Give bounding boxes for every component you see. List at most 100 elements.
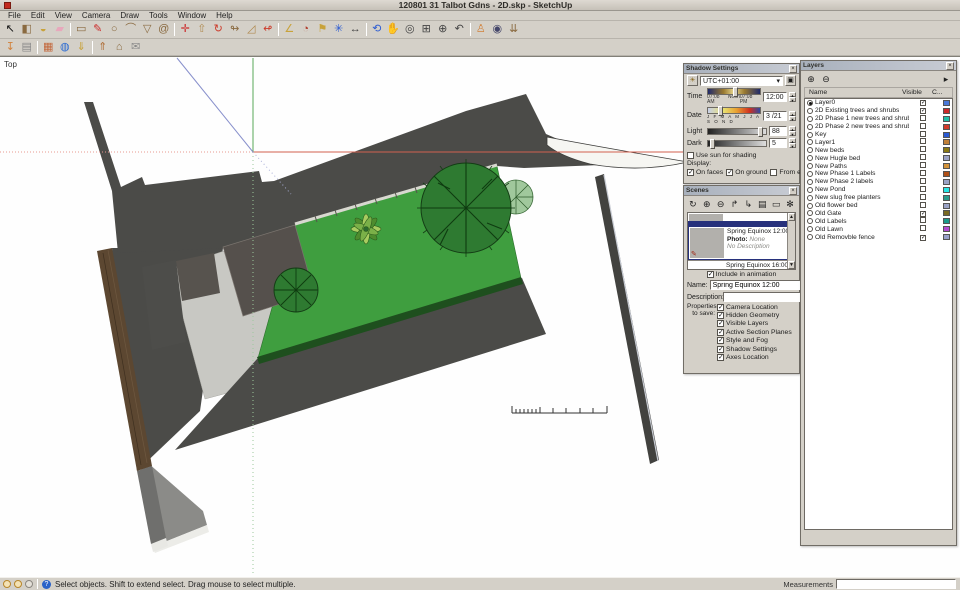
hidden-geometry-checkbox[interactable]: ✓ xyxy=(717,312,724,320)
layer-row[interactable]: Old Removble fence ✓ xyxy=(805,233,952,241)
layer-active-radio[interactable] xyxy=(807,131,813,138)
layer-active-radio[interactable] xyxy=(807,234,813,241)
display-shadows-toggle-icon[interactable]: ▣ xyxy=(785,75,796,86)
layer-active-radio[interactable] xyxy=(807,178,813,185)
layer-active-radio[interactable] xyxy=(807,147,813,154)
layer-row[interactable]: New Pond xyxy=(805,185,952,194)
scene-item-partial[interactable] xyxy=(688,213,795,221)
layer-active-radio[interactable] xyxy=(807,163,813,170)
layer-row[interactable]: New Paths xyxy=(805,162,952,170)
follow-me-tool-icon[interactable]: ↬ xyxy=(227,22,244,37)
menu-tools[interactable]: Tools xyxy=(144,11,173,20)
layer-active-radio[interactable] xyxy=(807,123,813,130)
preview-in-earth-icon[interactable]: ◍ xyxy=(57,40,74,55)
remove-scene-icon[interactable]: ⊖ xyxy=(715,199,727,210)
layer-active-radio[interactable] xyxy=(807,115,813,122)
scene-list[interactable]: ✎ Spring Equinox 12:00 Photo: None No De… xyxy=(687,212,796,270)
get-models-icon[interactable]: ⇓ xyxy=(73,40,90,55)
scene-list-scrollbar[interactable]: ▲ ▼ xyxy=(787,213,795,269)
use-sun-checkbox[interactable] xyxy=(687,152,694,159)
layer-active-radio[interactable] xyxy=(807,139,813,146)
paint-bucket-tool-icon[interactable]: ◒ xyxy=(35,22,52,37)
layer-visible-checkbox[interactable]: ✓ xyxy=(920,234,926,241)
axes-tool-icon[interactable]: ✳ xyxy=(331,22,348,37)
layer-visible-checkbox[interactable] xyxy=(920,130,926,137)
layer-visible-checkbox[interactable] xyxy=(920,146,926,153)
share-model-icon[interactable]: ⇑ xyxy=(95,40,112,55)
credits-status-icon[interactable] xyxy=(25,580,33,588)
layer-row[interactable]: Old flower bed xyxy=(805,201,952,210)
include-in-animation-checkbox[interactable]: ✓ xyxy=(706,271,714,278)
column-visible[interactable]: Visible xyxy=(902,89,932,96)
light-spinner[interactable]: ▲ ▼ xyxy=(789,126,796,137)
layer-visible-checkbox[interactable] xyxy=(920,193,926,200)
protractor-tool-icon[interactable]: ◔ xyxy=(298,22,315,37)
layer-visible-checkbox[interactable]: ✓ xyxy=(920,108,926,115)
dark-value-field[interactable]: 5 xyxy=(769,138,787,148)
on-faces-checkbox[interactable]: ✓ xyxy=(687,169,694,176)
menu-view[interactable]: View xyxy=(50,11,77,20)
camera-location-checkbox[interactable]: ✓ xyxy=(717,303,724,311)
menu-file[interactable]: File xyxy=(3,11,26,20)
layer-row[interactable]: New slug free planters xyxy=(805,193,952,202)
layer-color-swatch[interactable] xyxy=(943,202,950,209)
layer-color-swatch[interactable] xyxy=(943,131,950,138)
remove-layer-icon[interactable]: ⊖ xyxy=(820,74,832,85)
layer-active-radio[interactable] xyxy=(807,155,813,162)
dark-slider[interactable] xyxy=(707,138,767,149)
layer-color-swatch[interactable] xyxy=(943,155,950,162)
layer-color-swatch[interactable] xyxy=(943,115,950,122)
time-slider[interactable] xyxy=(707,87,761,97)
layer-color-swatch[interactable] xyxy=(943,123,950,130)
column-color[interactable]: C... xyxy=(932,89,948,96)
layer-visible-checkbox[interactable] xyxy=(920,154,926,161)
freehand-tool-icon[interactable]: @ xyxy=(156,22,173,37)
date-spinner[interactable]: ▲ ▼ xyxy=(789,110,796,122)
layer-active-radio[interactable] xyxy=(807,218,813,225)
layer-visible-checkbox[interactable] xyxy=(920,169,926,176)
layer-row[interactable]: 2D Phase 1 new trees and shrubs xyxy=(805,114,952,123)
tape-measure-tool-icon[interactable]: ∠ xyxy=(281,22,298,37)
show-details-icon[interactable]: ▭ xyxy=(770,199,782,210)
add-layer-icon[interactable]: ⊕ xyxy=(805,74,817,85)
add-scene-icon[interactable]: ⊕ xyxy=(701,199,713,210)
axes-location-checkbox[interactable]: ✓ xyxy=(717,354,724,362)
layer-visible-checkbox[interactable] xyxy=(920,225,926,232)
layer-visible-checkbox[interactable] xyxy=(920,138,926,145)
help-icon[interactable]: ? xyxy=(42,579,51,589)
date-slider[interactable] xyxy=(707,106,761,116)
zoom-extents-tool-icon[interactable]: ⊕ xyxy=(435,22,452,37)
circle-tool-icon[interactable]: ○ xyxy=(106,22,123,37)
select-tool-icon[interactable]: ↖ xyxy=(2,22,19,37)
light-value-field[interactable]: 88 xyxy=(769,126,787,136)
layer-color-swatch[interactable] xyxy=(943,226,950,233)
layer-row[interactable]: New Phase 1 Labels xyxy=(805,169,952,178)
layer-active-radio[interactable] xyxy=(807,202,813,209)
layer-active-radio[interactable] xyxy=(807,194,813,201)
menu-window[interactable]: Window xyxy=(173,11,211,20)
on-ground-checkbox[interactable]: ✓ xyxy=(726,169,734,176)
layer-details-icon[interactable]: ▸ xyxy=(940,74,952,85)
layer-visible-checkbox[interactable] xyxy=(920,114,926,121)
layer-row[interactable]: New Phase 2 labels xyxy=(805,177,952,186)
rectangle-tool-icon[interactable]: ▭ xyxy=(73,22,90,37)
style-and-fog-checkbox[interactable]: ✓ xyxy=(717,337,724,345)
layer-active-radio[interactable] xyxy=(807,210,813,217)
line-tool-icon[interactable]: ✎ xyxy=(90,22,107,37)
eraser-tool-icon[interactable]: ▰ xyxy=(52,22,69,37)
time-spinner[interactable]: ▲ ▼ xyxy=(789,91,796,103)
measurements-input[interactable] xyxy=(836,579,956,589)
visible-layers-checkbox[interactable]: ✓ xyxy=(717,320,724,328)
scale-tool-icon[interactable]: ◿ xyxy=(243,22,260,37)
layer-color-swatch[interactable] xyxy=(943,163,950,170)
scene-item-selected[interactable]: ✎ Spring Equinox 12:00 Photo: None No De… xyxy=(688,226,795,260)
layer-color-swatch[interactable] xyxy=(943,147,950,154)
make-component-tool-icon[interactable]: ◧ xyxy=(19,22,36,37)
layer-color-swatch[interactable] xyxy=(943,99,950,106)
layer-color-swatch[interactable] xyxy=(943,139,950,146)
send-model-icon[interactable]: ✉ xyxy=(128,40,145,55)
layer-active-radio[interactable] xyxy=(807,170,813,177)
layer-visible-checkbox[interactable] xyxy=(920,201,926,208)
column-name[interactable]: Name xyxy=(809,89,902,96)
light-slider[interactable] xyxy=(707,126,767,137)
